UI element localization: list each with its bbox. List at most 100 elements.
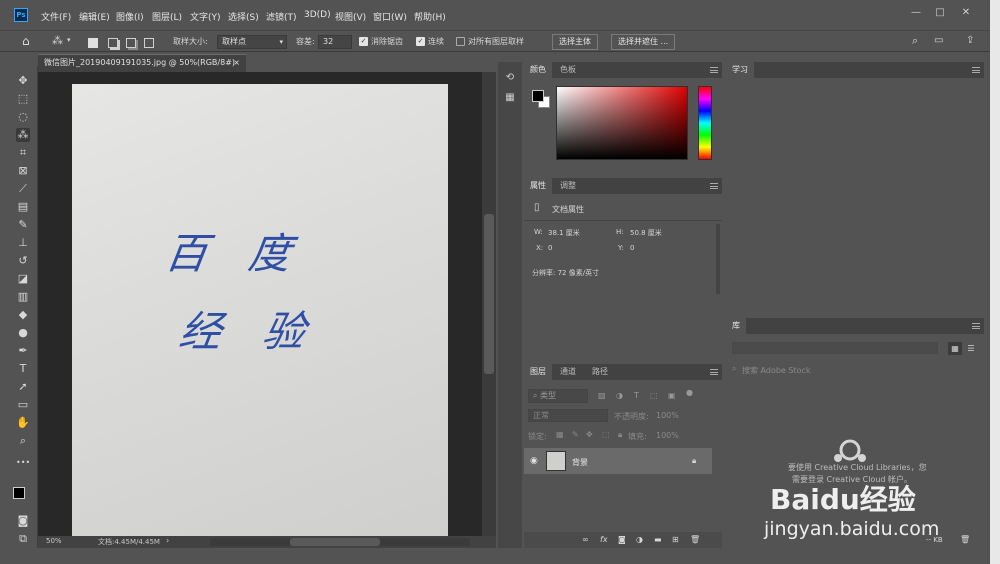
opacity-value[interactable]: 100%	[656, 411, 679, 420]
swatches-icon[interactable]: ▦	[504, 92, 516, 104]
contiguous-checkbox[interactable]: ✓	[416, 37, 425, 46]
select-subject-button[interactable]: 选择主体	[552, 34, 598, 50]
vertical-scroll-thumb[interactable]	[484, 214, 494, 374]
type-tool-icon[interactable]: T	[16, 362, 30, 376]
workspace-icon[interactable]: ▭	[934, 35, 943, 46]
new-layer-icon[interactable]: ⊞	[672, 535, 679, 544]
panel-menu-icon[interactable]	[710, 369, 718, 375]
subtract-selection-icon[interactable]	[126, 38, 136, 48]
filter-smart-object-icon[interactable]: ▣	[668, 391, 676, 400]
crop-tool-icon[interactable]: ⌗	[16, 146, 30, 160]
new-selection-icon[interactable]	[88, 38, 98, 48]
menu-layer[interactable]: 图层(L)	[152, 10, 182, 23]
color-field[interactable]	[556, 86, 688, 160]
filter-type-icon[interactable]: T	[634, 391, 639, 400]
lock-position-icon[interactable]: ✥	[586, 430, 593, 439]
document-image[interactable]: 百 度 经 验	[72, 84, 448, 536]
history-icon[interactable]: ⟲	[504, 72, 516, 84]
eraser-tool-icon[interactable]: ◪	[16, 272, 30, 286]
eyedropper-tool-icon[interactable]: ⟋	[16, 182, 30, 196]
lock-all-icon[interactable]: 🔒︎	[618, 430, 622, 440]
panel-menu-icon[interactable]	[972, 67, 980, 73]
minimize-button[interactable]: —	[906, 6, 926, 20]
tab-color[interactable]: 颜色	[524, 62, 552, 78]
close-tab-icon[interactable]: ×	[233, 55, 240, 71]
marquee-tool-icon[interactable]: ⬚	[16, 92, 30, 106]
panel-menu-icon[interactable]	[710, 183, 718, 189]
zoom-tool-icon[interactable]: ⌕	[16, 434, 30, 448]
filter-adjustment-icon[interactable]: ◑	[616, 391, 623, 400]
tab-libraries[interactable]: 库	[726, 318, 746, 334]
menu-window[interactable]: 窗口(W)	[373, 10, 407, 23]
close-window-button[interactable]: ✕	[956, 6, 976, 20]
foreground-color-swatch[interactable]	[13, 487, 25, 499]
layer-filter-select[interactable]: ⌕ 类型	[528, 389, 588, 403]
fill-value[interactable]: 100%	[656, 431, 679, 440]
path-selection-tool-icon[interactable]: ➚	[16, 380, 30, 394]
frame-tool-icon[interactable]: ⊠	[16, 164, 30, 178]
hand-tool-icon[interactable]: ✋	[16, 416, 30, 430]
move-tool-icon[interactable]: ✥	[16, 74, 30, 88]
maximize-button[interactable]: □	[930, 6, 950, 20]
tab-layers[interactable]: 图层	[524, 364, 552, 380]
blur-tool-icon[interactable]: ◆	[16, 308, 30, 322]
tolerance-input[interactable]: 32	[318, 35, 352, 49]
height-value[interactable]: 50.8 厘米	[630, 228, 662, 238]
menu-select[interactable]: 选择(S)	[228, 10, 259, 23]
adjustment-layer-icon[interactable]: ◑	[636, 535, 643, 544]
menu-view[interactable]: 视图(V)	[335, 10, 366, 23]
rectangle-tool-icon[interactable]: ▭	[16, 398, 30, 412]
panel-menu-icon[interactable]	[972, 323, 980, 329]
delete-layer-icon[interactable]: 🗑︎	[690, 535, 700, 544]
menu-3d[interactable]: 3D(D)	[304, 10, 331, 20]
brush-tool-icon[interactable]: ✎	[16, 218, 30, 232]
lock-pixels-icon[interactable]: ✎	[572, 430, 579, 439]
menu-file[interactable]: 文件(F)	[41, 10, 71, 23]
chevron-down-icon[interactable]: ▾	[67, 36, 71, 44]
healing-brush-tool-icon[interactable]: ▤	[16, 200, 30, 214]
properties-scrollbar[interactable]	[716, 224, 720, 294]
tab-paths[interactable]: 路径	[586, 364, 614, 380]
layer-row[interactable]: ◉ 背景 🔒︎	[524, 448, 712, 474]
panel-menu-icon[interactable]	[710, 67, 718, 73]
menu-edit[interactable]: 编辑(E)	[79, 10, 110, 23]
delete-icon[interactable]: 🗑︎	[960, 535, 970, 544]
hue-slider[interactable]	[698, 86, 712, 160]
dodge-tool-icon[interactable]: ●	[16, 326, 30, 340]
tab-channels[interactable]: 通道	[554, 364, 582, 380]
x-value[interactable]: 0	[548, 244, 552, 252]
blend-mode-select[interactable]: 正常	[528, 409, 608, 422]
menu-image[interactable]: 图像(I)	[116, 10, 144, 23]
tab-learn[interactable]: 学习	[726, 62, 754, 78]
library-search-input[interactable]: 搜索 Adobe Stock	[742, 365, 811, 376]
filter-pixel-icon[interactable]: ▨	[598, 391, 606, 400]
antialias-checkbox[interactable]: ✓	[359, 37, 368, 46]
magic-wand-icon[interactable]: ⁂	[52, 34, 63, 47]
filter-toggle-icon[interactable]: ●	[686, 388, 693, 397]
horizontal-scroll-thumb[interactable]	[290, 538, 380, 546]
tab-swatches[interactable]: 色板	[554, 62, 582, 78]
select-and-mask-button[interactable]: 选择并遮住 ...	[611, 34, 676, 50]
foreground-color-chip[interactable]	[532, 90, 544, 102]
filter-shape-icon[interactable]: ⬚	[650, 391, 658, 400]
lock-transparent-icon[interactable]: ▦	[556, 430, 564, 439]
pen-tool-icon[interactable]: ✒	[16, 344, 30, 358]
share-icon[interactable]: ⇪	[966, 35, 974, 46]
add-mask-icon[interactable]: ◙	[618, 535, 626, 544]
menu-filter[interactable]: 滤镜(T)	[266, 10, 297, 23]
menu-type[interactable]: 文字(Y)	[190, 10, 221, 23]
link-layers-icon[interactable]: ∞	[582, 535, 589, 544]
status-arrow-icon[interactable]: ›	[166, 536, 169, 545]
library-select[interactable]	[732, 342, 938, 354]
document-tab[interactable]: 微信图片_20190409191035.jpg @ 50%(RGB/8#) ×	[38, 54, 246, 72]
more-tools-icon[interactable]: •••	[16, 456, 30, 470]
eye-visibility-icon[interactable]: ◉	[530, 456, 538, 466]
new-group-icon[interactable]: ▬	[654, 535, 662, 544]
lock-artboard-icon[interactable]: ⬚	[602, 430, 610, 439]
zoom-level[interactable]: 50%	[46, 537, 62, 545]
grid-view-icon[interactable]: ▦	[948, 342, 962, 355]
fx-icon[interactable]: fx	[600, 535, 608, 544]
home-icon[interactable]: ⌂	[22, 34, 30, 48]
layer-name[interactable]: 背景	[572, 457, 588, 468]
clone-stamp-tool-icon[interactable]: ⊥	[16, 236, 30, 250]
